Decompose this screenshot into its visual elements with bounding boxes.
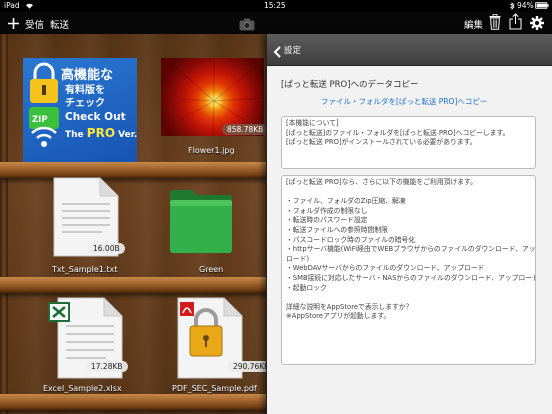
- feature-line: [286, 188, 531, 198]
- receive-button[interactable]: 受信: [25, 17, 44, 31]
- feature-line: ・転送時のパスワード設定: [286, 216, 368, 225]
- settings-panel: 設定 [ぱっと転送 PRO]へのデータコピー ファイル・フォルダを[ぱっと転送 …: [266, 34, 552, 414]
- shelf-board: [0, 277, 270, 293]
- about-line: [本機能について]: [286, 119, 339, 127]
- file-name-label: Excel_Sample2.xlsx: [43, 384, 122, 393]
- transfer-button[interactable]: 転送: [50, 17, 69, 31]
- battery-percent: 94%: [517, 1, 534, 10]
- promo-line-5: The PRO Ver.: [65, 126, 137, 140]
- feature-line: ・SMB接続に対応したサーバ・NASからのファイルのダウンロード、アップロード: [286, 273, 536, 282]
- back-button[interactable]: 設定: [284, 44, 301, 56]
- file-size-badge: 17.28KB: [86, 361, 128, 372]
- settings-icon[interactable]: [530, 15, 544, 34]
- clock-label: 15:25: [264, 1, 286, 10]
- about-line: [ぱっと転送 PRO]がインストールされている必要があります。: [286, 138, 477, 147]
- feature-line: ロード): [286, 254, 310, 263]
- status-bar: iPad 15:25 94%: [0, 0, 552, 12]
- battery-icon: [535, 2, 549, 11]
- share-icon[interactable]: [509, 13, 522, 34]
- feature-line: ・転送ファイルへの参照時間制限: [286, 225, 388, 234]
- panel-header: 設定: [267, 34, 552, 66]
- promo-line-4: Check Out: [65, 111, 126, 123]
- shelf-board: [0, 162, 270, 178]
- back-chevron-icon[interactable]: [273, 43, 281, 62]
- about-line: [ぱっと転送]のファイル・フォルダを[ぱっと転送 PRO]へコピーします。: [286, 128, 510, 137]
- file-name-label: Flower1.jpg: [188, 146, 235, 155]
- pro-features-box[interactable]: [ぱっと転送 PRO]なら、さらに以下の機能をご利用頂けます。 ・ファイル、フォ…: [281, 175, 536, 365]
- copy-to-pro-link[interactable]: ファイル・フォルダを[ぱっと転送 PRO]へコピー: [321, 96, 487, 107]
- feature-line: ・WebDAVサーバからのファイルのダウンロード、アップロード: [286, 264, 485, 273]
- file-size-badge: 16.00B: [88, 243, 125, 254]
- camera-icon[interactable]: [239, 16, 255, 35]
- carrier-label: iPad: [4, 1, 20, 10]
- feature-line: 詳細な説明をAppStoreで表示しますか？: [286, 302, 413, 311]
- folder-item-green[interactable]: [168, 186, 234, 254]
- feature-line: ・起動ロック: [286, 283, 327, 292]
- shelf-post-left: [0, 34, 8, 414]
- edit-button[interactable]: 編集: [464, 17, 483, 31]
- zip-label: ZIP: [32, 115, 48, 125]
- feature-line: ※AppStoreアプリが起動します。: [286, 312, 391, 321]
- bluetooth-icon: [510, 2, 515, 12]
- file-name-label: Green: [199, 265, 224, 274]
- file-name-label: Txt_Sample1.txt: [52, 265, 118, 274]
- feature-line: [ぱっと転送 PRO]なら、さらに以下の機能をご利用頂けます。: [286, 178, 477, 186]
- feature-line: ・パスコードロック時のファイルの暗号化: [286, 235, 416, 244]
- wifi-icon: [25, 2, 34, 11]
- feature-line: [286, 293, 531, 303]
- folder-icon: [170, 190, 232, 253]
- file-size-badge: 858.78KB: [222, 124, 269, 135]
- panel-title: [ぱっと転送 PRO]へのデータコピー: [281, 80, 419, 90]
- trash-icon[interactable]: [489, 13, 501, 34]
- about-feature-box: [本機能について] [ぱっと転送]のファイル・フォルダを[ぱっと転送 PRO]へ…: [281, 116, 536, 169]
- promo-line-3: チェック: [65, 98, 105, 109]
- feature-line: ・httpサーバ機能(WiFi経由でWEBブラウザからのファイルのダウンロード、…: [286, 245, 536, 254]
- shelf-board: [0, 394, 270, 410]
- feature-line: ・ファイル、フォルダのZip圧縮、解凍: [286, 197, 406, 206]
- pro-version-banner[interactable]: ZIP 高機能な 有料版を チェック Check Out The PRO Ver…: [23, 58, 137, 162]
- top-toolbar: 受信 転送 編集: [0, 12, 552, 34]
- file-name-label: PDF_SEC_Sample.pdf: [172, 384, 257, 393]
- lock-zip-wifi-icon: [29, 62, 59, 147]
- feature-line: ・フォルダ作成の制限なし: [286, 206, 368, 215]
- add-icon[interactable]: [7, 15, 20, 34]
- file-shelf-view: ZIP 高機能な 有料版を チェック Check Out The PRO Ver…: [0, 34, 275, 414]
